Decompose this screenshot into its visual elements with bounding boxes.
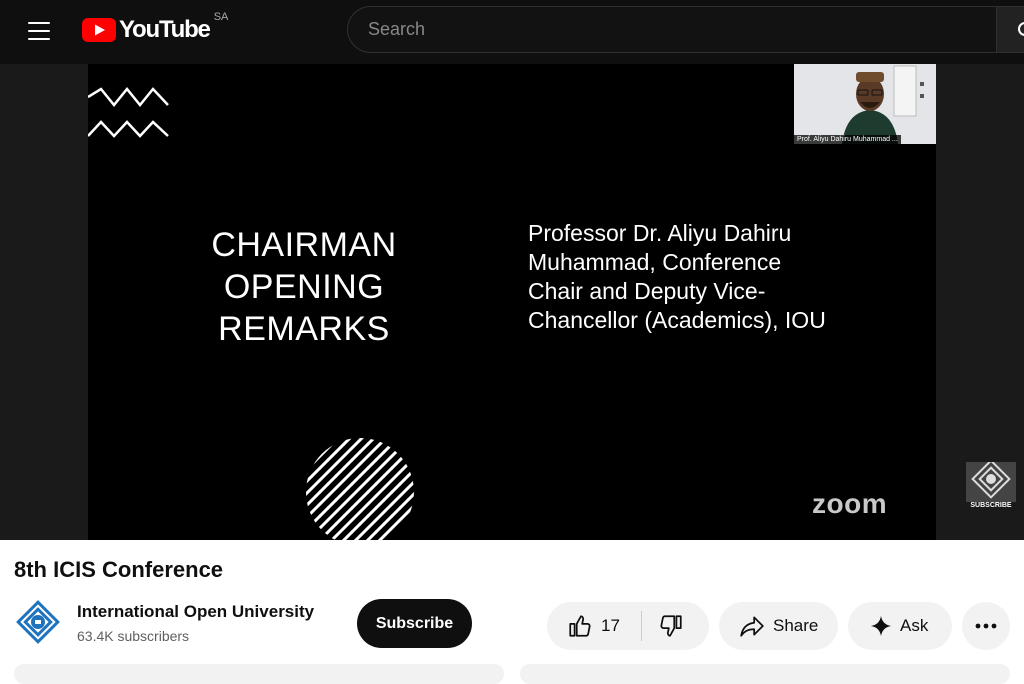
channel-watermark-icon [966, 459, 1016, 512]
zoom-logo: zoom [812, 488, 888, 519]
more-horizontal-icon [975, 623, 997, 629]
logo-text: YouTube [119, 16, 211, 43]
channel-name[interactable]: International Open University [77, 602, 314, 622]
like-count: 17 [601, 616, 620, 635]
channel-avatar[interactable] [14, 598, 62, 646]
video-player[interactable]: CHAIRMAN OPENING REMARKS Professor Dr. A… [0, 64, 1024, 540]
participant-thumbnail: Prof. Aliyu Dahiru Muhammad ... [794, 64, 936, 144]
slide-speaker: Professor Dr. Aliyu Dahiru Muhammad, Con… [528, 220, 826, 333]
dislike-button[interactable] [642, 602, 709, 650]
search-button[interactable] [996, 6, 1024, 53]
zigzag-decoration [88, 87, 169, 138]
watermark-text: SUBSCRIBE [970, 502, 1012, 509]
like-dislike-group: 17 [547, 602, 709, 650]
share-icon [740, 616, 764, 637]
description-card[interactable] [14, 664, 504, 684]
share-button[interactable]: Share [719, 602, 838, 650]
ask-button[interactable]: Ask [848, 602, 952, 650]
side-card[interactable] [520, 664, 1010, 684]
search-icon [1018, 22, 1024, 36]
slide-title: CHAIRMAN OPENING REMARKS [211, 226, 397, 348]
video-title: 8th ICIS Conference [14, 557, 224, 582]
subscribe-button[interactable]: Subscribe [357, 599, 472, 648]
participant-video [794, 64, 936, 144]
search-box [347, 6, 999, 53]
subscriber-count: 63.4K subscribers [77, 628, 190, 644]
share-label: Share [773, 616, 819, 635]
ask-label: Ask [900, 616, 929, 635]
participant-name: Prof. Aliyu Dahiru Muhammad ... [794, 135, 901, 144]
menu-icon[interactable] [22, 18, 56, 44]
striped-circle-decoration [306, 438, 414, 540]
top-bar: YouTube SA [0, 0, 1024, 64]
thumbs-down-icon [660, 615, 682, 637]
like-button[interactable]: 17 [547, 602, 641, 650]
youtube-logo-icon [82, 18, 116, 42]
youtube-logo[interactable]: YouTube SA [82, 11, 228, 46]
sparkle-icon [870, 615, 892, 637]
search-input[interactable] [368, 7, 999, 52]
thumbs-up-icon [569, 615, 591, 637]
region-code: SA [213, 11, 229, 23]
more-actions-button[interactable] [962, 602, 1010, 650]
subscribe-watermark[interactable]: SUBSCRIBE [966, 459, 1016, 512]
